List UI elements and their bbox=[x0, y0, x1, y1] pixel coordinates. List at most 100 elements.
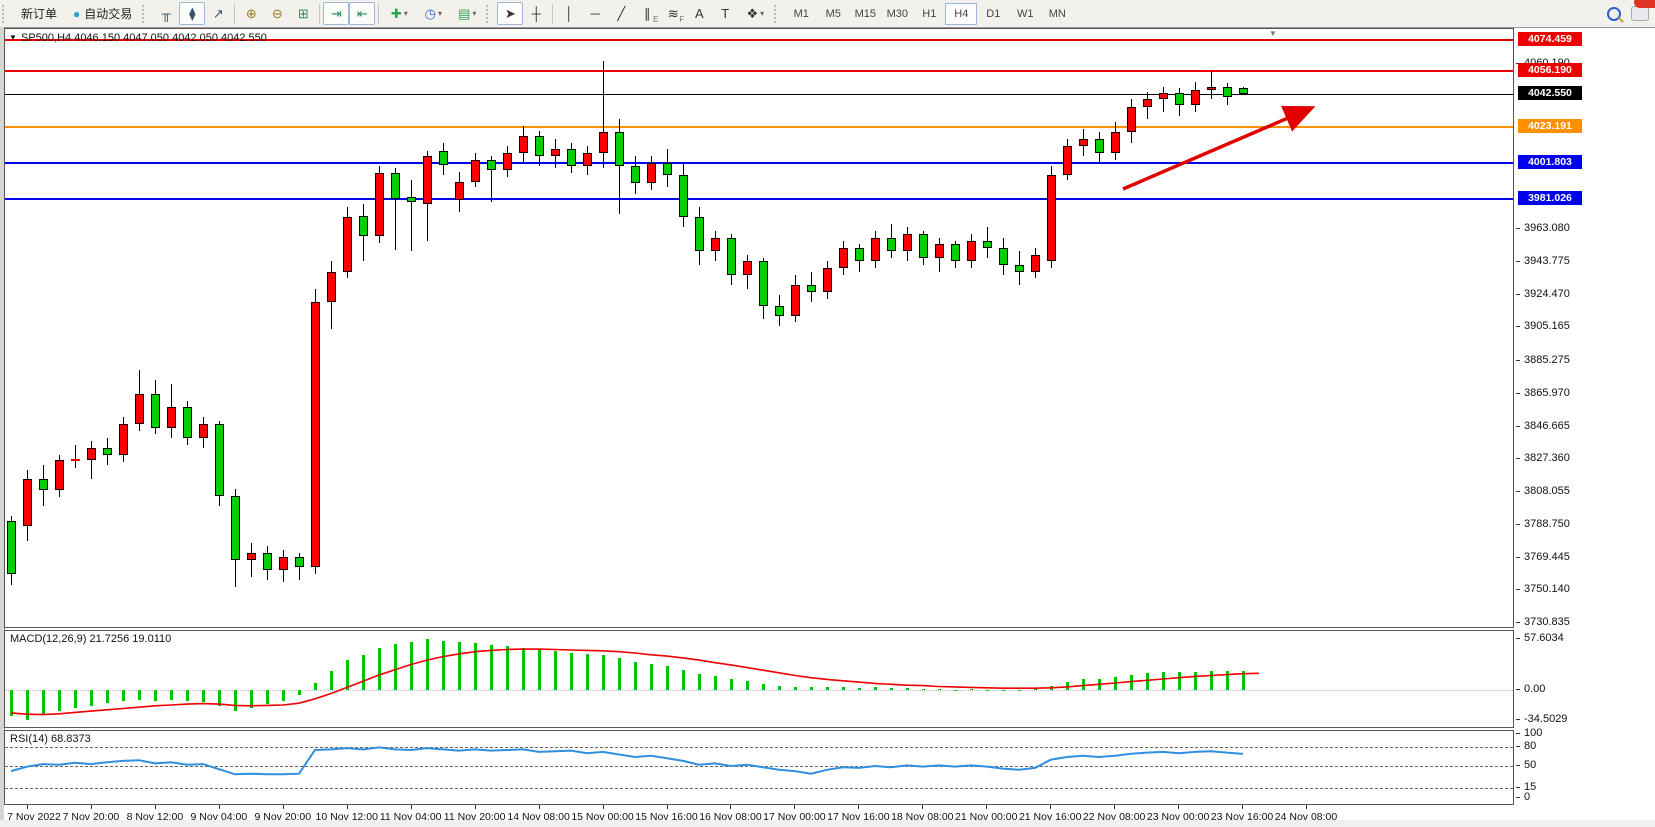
vertical-line-button[interactable]: │ bbox=[556, 2, 582, 25]
rsi-scale-label: 50 bbox=[1524, 759, 1536, 771]
new-order-button-label: 新订单 bbox=[21, 5, 57, 22]
price-axis[interactable]: 4060.1903963.0803943.7753924.4703905.165… bbox=[1516, 28, 1655, 809]
price-tick-label: 3963.080 bbox=[1524, 222, 1570, 234]
rsi-panel[interactable]: RSI(14) 68.8373 bbox=[4, 730, 1514, 805]
price-tick-mark bbox=[1516, 746, 1520, 747]
autotrading-button-icon: ● bbox=[73, 7, 80, 21]
trend-arrow-annotation[interactable] bbox=[5, 29, 1513, 627]
time-tick-mark bbox=[794, 805, 795, 809]
price-level-badge: 3981.026 bbox=[1518, 191, 1582, 205]
price-tick-label: 3924.470 bbox=[1524, 288, 1570, 300]
crosshair-button-glyph: ┼ bbox=[532, 6, 541, 21]
rsi-line bbox=[5, 731, 1513, 804]
timeframe-h4[interactable]: H4 bbox=[945, 3, 977, 25]
sub-letter: F bbox=[679, 15, 684, 24]
zoom-in-button[interactable]: ⊕ bbox=[238, 2, 264, 25]
time-tick-mark bbox=[91, 805, 92, 809]
templates-button[interactable]: ▤▾ bbox=[450, 2, 484, 25]
price-tick-mark bbox=[1516, 326, 1520, 327]
fibonacci-button[interactable]: ≋F bbox=[660, 2, 686, 25]
mt4-window: 新订单●自动交易╥⧫↗⊕⊖⊞⇥⇤✚▾◷▾▤▾➤┼│─╱∥E≋FAT❖▾M1M5M… bbox=[0, 0, 1655, 827]
text-button[interactable]: A bbox=[686, 2, 712, 25]
autoscroll-button[interactable]: ⇥ bbox=[323, 2, 349, 25]
time-tick-mark bbox=[219, 805, 220, 809]
crosshair-button[interactable]: ┼ bbox=[523, 2, 549, 25]
price-tick-mark bbox=[1516, 797, 1520, 798]
toolbar-grip bbox=[774, 5, 783, 23]
toolbar-separator bbox=[552, 4, 553, 24]
chat-icon[interactable]: 1 bbox=[1631, 6, 1649, 21]
macd-panel[interactable]: MACD(12,26,9) 21.7256 19.0110 bbox=[4, 630, 1514, 728]
price-tick-mark bbox=[1516, 733, 1520, 734]
templates-button-glyph: ▤ bbox=[458, 6, 470, 22]
line-chart-button-glyph: ↗ bbox=[213, 6, 224, 22]
current-price-badge: 4042.550 bbox=[1518, 86, 1582, 100]
equidistant-channel-button[interactable]: ∥E bbox=[634, 2, 660, 25]
time-tick-mark bbox=[858, 805, 859, 809]
timeframe-m30[interactable]: M30 bbox=[881, 3, 913, 25]
indicators-button[interactable]: ✚▾ bbox=[382, 2, 416, 25]
toolbar-grip bbox=[486, 5, 495, 23]
timeframe-mn[interactable]: MN bbox=[1041, 3, 1073, 25]
timeframe-m15[interactable]: M15 bbox=[849, 3, 881, 25]
timeframe-h1[interactable]: H1 bbox=[913, 3, 945, 25]
chevron-down-icon: ▾ bbox=[404, 9, 408, 18]
price-tick-label: 3865.970 bbox=[1524, 387, 1570, 399]
toolbar-separator bbox=[234, 4, 235, 24]
price-tick-mark bbox=[1516, 426, 1520, 427]
tile-windows-button[interactable]: ⊞ bbox=[290, 2, 316, 25]
time-tick-mark bbox=[283, 805, 284, 809]
candlestick-chart-button-glyph: ⧫ bbox=[189, 6, 195, 22]
time-tick-mark bbox=[603, 805, 604, 809]
price-tick-mark bbox=[1516, 622, 1520, 623]
chart-shift-button[interactable]: ⇤ bbox=[349, 2, 375, 25]
timeframe-d1[interactable]: D1 bbox=[977, 3, 1009, 25]
price-tick-mark bbox=[1516, 228, 1520, 229]
search-icon[interactable] bbox=[1607, 7, 1621, 21]
vertical-line-button-glyph: │ bbox=[565, 6, 573, 21]
fibonacci-button-glyph: ≋ bbox=[668, 6, 679, 22]
price-tick-mark bbox=[1516, 589, 1520, 590]
price-tick-label: 3750.140 bbox=[1524, 583, 1570, 595]
bar-chart-button-glyph: ╥ bbox=[162, 6, 171, 21]
periods-button[interactable]: ◷▾ bbox=[416, 2, 450, 25]
text-label-button[interactable]: T bbox=[712, 2, 738, 25]
price-tick-label: 3788.750 bbox=[1524, 518, 1570, 530]
autotrading-button[interactable]: ●自动交易 bbox=[65, 1, 140, 27]
arrows-button[interactable]: ❖▾ bbox=[738, 2, 772, 25]
trendline-button[interactable]: ╱ bbox=[608, 2, 634, 25]
chart-shift-button-glyph: ⇤ bbox=[357, 6, 368, 22]
price-tick-label: 3730.835 bbox=[1524, 616, 1570, 628]
line-chart-button[interactable]: ↗ bbox=[205, 2, 231, 25]
time-tick-mark bbox=[347, 805, 348, 809]
time-tick-mark bbox=[1114, 805, 1115, 809]
main-chart-panel[interactable]: ▼ SP500,H4 4046.150 4047.050 4042.050 40… bbox=[4, 28, 1514, 628]
timeframe-m1[interactable]: M1 bbox=[785, 3, 817, 25]
timeframe-w1[interactable]: W1 bbox=[1009, 3, 1041, 25]
toolbar-separator bbox=[319, 4, 320, 24]
price-tick-label: 3808.055 bbox=[1524, 485, 1570, 497]
new-order-button[interactable]: 新订单 bbox=[13, 1, 65, 27]
zoom-out-button[interactable]: ⊖ bbox=[264, 2, 290, 25]
sub-letter: E bbox=[653, 15, 658, 24]
price-tick-label: 3885.275 bbox=[1524, 354, 1570, 366]
price-tick-mark bbox=[1516, 524, 1520, 525]
price-tick-mark bbox=[1516, 393, 1520, 394]
time-tick-mark bbox=[730, 805, 731, 809]
notification-badge: 1 bbox=[1634, 0, 1655, 8]
price-tick-mark bbox=[1516, 458, 1520, 459]
time-tick-mark bbox=[1242, 805, 1243, 809]
cursor-button[interactable]: ➤ bbox=[497, 2, 523, 25]
candlestick-chart-button[interactable]: ⧫ bbox=[179, 2, 205, 25]
price-tick-label: 3846.665 bbox=[1524, 420, 1570, 432]
price-tick-mark bbox=[1516, 360, 1520, 361]
bar-chart-button[interactable]: ╥ bbox=[153, 2, 179, 25]
cursor-button-glyph: ➤ bbox=[505, 6, 516, 22]
price-level-badge: 4001.803 bbox=[1518, 155, 1582, 169]
horizontal-line-button[interactable]: ─ bbox=[582, 2, 608, 25]
time-tick-mark bbox=[411, 805, 412, 809]
macd-scale-min: -34.5029 bbox=[1524, 713, 1567, 725]
price-tick-mark bbox=[1516, 765, 1520, 766]
price-tick-mark bbox=[1516, 294, 1520, 295]
timeframe-m5[interactable]: M5 bbox=[817, 3, 849, 25]
